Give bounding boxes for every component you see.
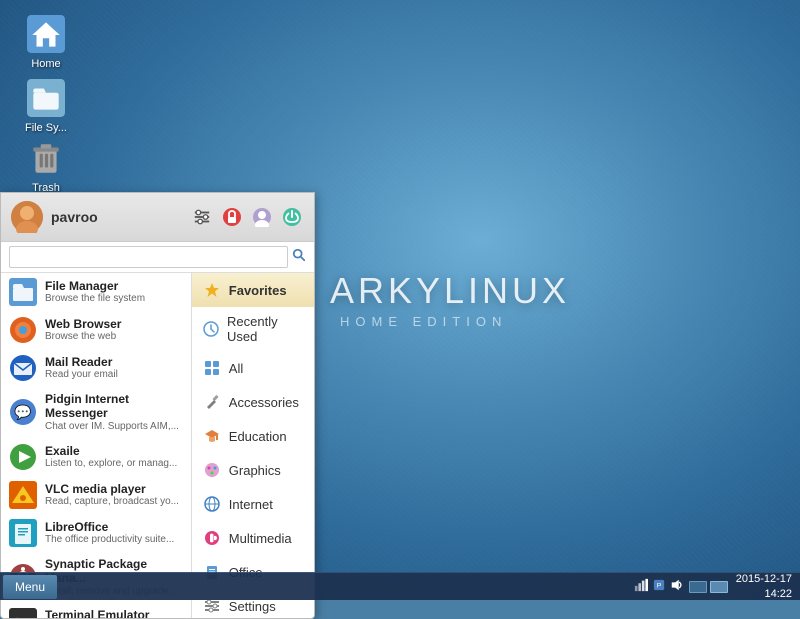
filesystem-label: File Sy... bbox=[25, 122, 67, 135]
app-desc-browser: Browse the web bbox=[45, 331, 183, 343]
favorites-icon bbox=[202, 280, 222, 300]
internet-icon bbox=[202, 494, 222, 514]
terminal-icon: $_ bbox=[9, 608, 37, 618]
taskbar-tray: P bbox=[634, 578, 728, 595]
menu-avatar bbox=[11, 201, 43, 233]
cat-label-favorites: Favorites bbox=[229, 283, 287, 298]
cat-graphics[interactable]: Graphics bbox=[192, 453, 314, 487]
menu-header-icons bbox=[190, 205, 304, 229]
app-title-mail: Mail Reader bbox=[45, 355, 183, 369]
app-desc-libreoffice: The office productivity suite... bbox=[45, 534, 183, 546]
desktop-icon-trash[interactable]: Trash bbox=[14, 138, 78, 195]
app-item-exaile[interactable]: Exaile Listen to, explore, or manag... bbox=[1, 438, 191, 476]
app-title-terminal: Terminal Emulator bbox=[45, 608, 183, 618]
desktop-icon-filesystem[interactable]: File Sy... bbox=[14, 78, 78, 135]
workspace-2[interactable] bbox=[710, 581, 728, 593]
app-item-mail[interactable]: Mail Reader Read your email bbox=[1, 349, 191, 387]
graphics-icon bbox=[202, 460, 222, 480]
menu-user-icon[interactable] bbox=[250, 205, 274, 229]
cat-recently-used[interactable]: Recently Used bbox=[192, 307, 314, 351]
cat-label-internet: Internet bbox=[229, 497, 273, 512]
taskbar-right: P 2015-12-17 14:22 bbox=[634, 572, 800, 601]
taskbar-left: Menu bbox=[0, 575, 57, 599]
recently-used-icon bbox=[202, 319, 220, 339]
cat-education[interactable]: Education bbox=[192, 419, 314, 453]
mail-icon bbox=[9, 354, 37, 382]
svg-text:P: P bbox=[656, 583, 661, 590]
app-desc-filemanager: Browse the file system bbox=[45, 293, 183, 305]
app-item-vlc[interactable]: VLC media player Read, capture, broadcas… bbox=[1, 476, 191, 514]
start-button[interactable]: Menu bbox=[3, 575, 57, 599]
app-desc-mail: Read your email bbox=[45, 369, 183, 381]
app-title-vlc: VLC media player bbox=[45, 482, 183, 496]
app-title-exaile: Exaile bbox=[45, 444, 183, 458]
multimedia-icon bbox=[202, 528, 222, 548]
taskbar-clock: 2015-12-17 14:22 bbox=[736, 572, 792, 601]
filesystem-icon bbox=[26, 78, 66, 118]
exaile-icon bbox=[9, 443, 37, 471]
app-desc-pidgin: Chat over IM. Supports AIM,... bbox=[45, 421, 183, 433]
brand-name: ARKYLINUX bbox=[330, 270, 570, 312]
menu-body: File Manager Browse the file system Web … bbox=[1, 273, 314, 618]
app-desc-vlc: Read, capture, broadcast yo... bbox=[45, 496, 183, 508]
libreoffice-icon bbox=[9, 519, 37, 547]
menu-config-icon[interactable] bbox=[190, 205, 214, 229]
app-title-pidgin: Pidgin Internet Messenger bbox=[45, 392, 183, 421]
app-item-pidgin[interactable]: 💬 Pidgin Internet Messenger Chat over IM… bbox=[1, 387, 191, 438]
cat-label-education: Education bbox=[229, 429, 287, 444]
filemanager-icon bbox=[9, 278, 37, 306]
clock-time: 14:22 bbox=[736, 587, 792, 601]
menu-search-bar bbox=[1, 242, 314, 273]
browser-icon bbox=[9, 316, 37, 344]
trash-icon bbox=[26, 138, 66, 178]
cat-all[interactable]: All bbox=[192, 351, 314, 385]
volume-tray-icon[interactable] bbox=[670, 578, 684, 595]
desktop-icon-home[interactable]: Home bbox=[14, 14, 78, 71]
svg-text:💬: 💬 bbox=[14, 404, 32, 421]
app-desc-exaile: Listen to, explore, or manag... bbox=[45, 458, 183, 470]
desktop: ARKYLINUX HOME EDITION Home File Sy... bbox=[0, 0, 800, 600]
cat-internet[interactable]: Internet bbox=[192, 487, 314, 521]
cat-accessories[interactable]: Accessories bbox=[192, 385, 314, 419]
app-title-filemanager: File Manager bbox=[45, 279, 183, 293]
cat-label-settings: Settings bbox=[229, 599, 276, 614]
app-title-libreoffice: LibreOffice bbox=[45, 520, 183, 534]
cat-label-multimedia: Multimedia bbox=[229, 531, 292, 546]
all-icon bbox=[202, 358, 222, 378]
pidgin-icon: 💬 bbox=[9, 398, 37, 426]
app-title-browser: Web Browser bbox=[45, 317, 183, 331]
brand-subtitle: HOME EDITION bbox=[340, 314, 507, 329]
home-label: Home bbox=[31, 58, 60, 71]
accessories-icon bbox=[202, 392, 222, 412]
app-item-terminal[interactable]: $_ Terminal Emulator Use the command lin… bbox=[1, 603, 191, 618]
cat-label-recently: Recently Used bbox=[227, 314, 304, 344]
menu-header: pavroo bbox=[1, 193, 314, 242]
menu-lock-icon[interactable] bbox=[220, 205, 244, 229]
app-item-browser[interactable]: Web Browser Browse the web bbox=[1, 311, 191, 349]
tray-app-icon[interactable]: P bbox=[653, 579, 665, 594]
taskbar: Menu P bbox=[0, 572, 800, 600]
menu-search-icon[interactable] bbox=[292, 248, 306, 267]
menu-categories: Favorites Recently Used bbox=[192, 273, 314, 618]
app-menu: pavroo bbox=[0, 192, 315, 619]
menu-power-icon[interactable] bbox=[280, 205, 304, 229]
education-icon bbox=[202, 426, 222, 446]
network-tray-icon[interactable] bbox=[634, 578, 648, 595]
svg-text:$_: $_ bbox=[14, 617, 27, 618]
menu-username: pavroo bbox=[51, 209, 182, 225]
vlc-icon bbox=[9, 481, 37, 509]
home-icon bbox=[26, 14, 66, 54]
cat-label-graphics: Graphics bbox=[229, 463, 281, 478]
workspace-1[interactable] bbox=[689, 581, 707, 593]
cat-label-accessories: Accessories bbox=[229, 395, 299, 410]
menu-app-list: File Manager Browse the file system Web … bbox=[1, 273, 192, 618]
clock-date: 2015-12-17 bbox=[736, 572, 792, 586]
app-item-libreoffice[interactable]: LibreOffice The office productivity suit… bbox=[1, 514, 191, 552]
cat-favorites[interactable]: Favorites bbox=[192, 273, 314, 307]
desktop-switcher bbox=[689, 581, 728, 593]
cat-multimedia[interactable]: Multimedia bbox=[192, 521, 314, 555]
menu-search-input[interactable] bbox=[9, 246, 288, 268]
cat-label-all: All bbox=[229, 361, 243, 376]
app-item-filemanager[interactable]: File Manager Browse the file system bbox=[1, 273, 191, 311]
